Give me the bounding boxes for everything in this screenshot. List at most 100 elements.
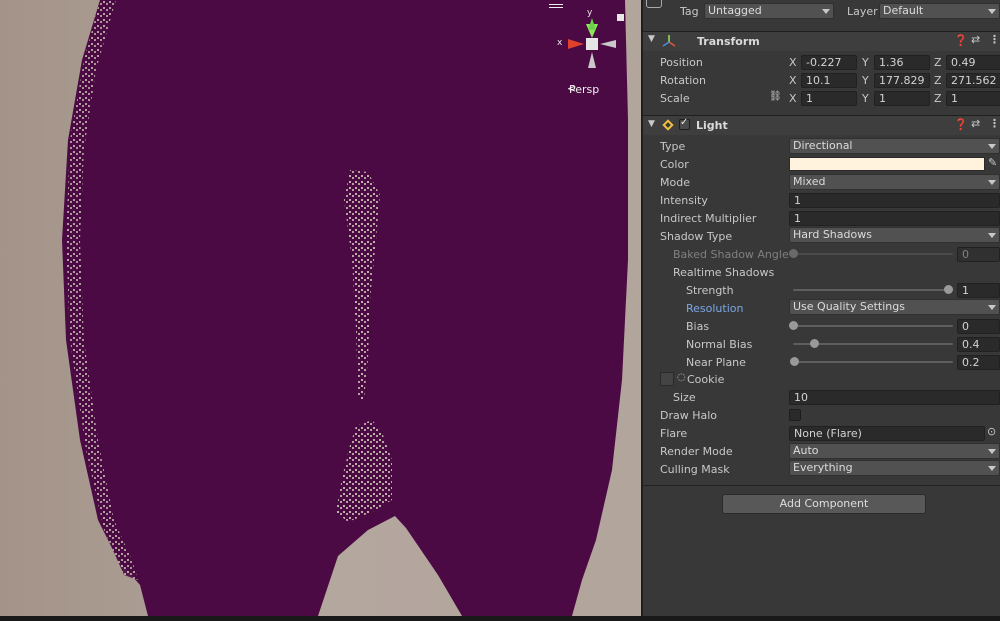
baked-shadow-angle-field: 0 (957, 247, 1000, 262)
rotation-z-label[interactable]: Z (934, 74, 942, 87)
tag-label: Tag (680, 5, 699, 18)
shadow-type-dropdown[interactable]: Hard Shadows (789, 227, 1000, 243)
mode-dropdown[interactable]: Mixed (789, 174, 1000, 190)
gizmo-x-label: x (557, 38, 563, 48)
chevron-down-icon (988, 9, 996, 14)
position-x-label[interactable]: X (789, 56, 797, 69)
silhouette-shape (62, 0, 628, 616)
culling-mask-dropdown[interactable]: Everything (789, 460, 1000, 476)
object-icon (646, 0, 662, 8)
scale-z-field[interactable]: 1 (946, 91, 1000, 106)
constrain-proportions-icon[interactable]: ⛓ (769, 91, 782, 102)
tag-dropdown[interactable]: Untagged (704, 3, 834, 19)
scale-y-field[interactable]: 1 (874, 91, 930, 106)
strength-slider[interactable] (793, 289, 953, 291)
scale-y-label[interactable]: Y (862, 92, 869, 105)
cookie-object-icon: ◌ (677, 372, 686, 383)
render-mode-value: Auto (793, 444, 819, 457)
scale-z-label[interactable]: Z (934, 92, 942, 105)
realtime-shadows-label: Realtime Shadows (673, 266, 775, 279)
orientation-gizmo[interactable]: y x (552, 6, 624, 86)
position-y-field[interactable]: 1.36 (874, 55, 930, 70)
indirect-multiplier-field[interactable]: 1 (789, 211, 1000, 226)
position-z-field[interactable]: 0.49 (946, 55, 1000, 70)
size-field[interactable]: 10 (789, 390, 1000, 405)
resolution-label: Resolution (686, 302, 744, 315)
light-title: Light (696, 119, 728, 132)
near-plane-field[interactable]: 0.2 (957, 355, 1000, 370)
flare-field[interactable]: None (Flare) (789, 426, 985, 441)
scene-canvas (0, 0, 641, 621)
type-dropdown[interactable]: Directional (789, 138, 1000, 154)
help-icon[interactable]: ❓ (954, 34, 968, 47)
size-label: Size (673, 391, 696, 404)
foldout-arrow-icon[interactable]: ▼ (648, 119, 655, 129)
scale-x-field[interactable]: 1 (801, 91, 857, 106)
render-mode-dropdown[interactable]: Auto (789, 443, 1000, 459)
chevron-down-icon (988, 449, 996, 454)
preset-icon[interactable]: ⇄ (971, 117, 980, 130)
rotation-label: Rotation (660, 74, 707, 87)
rotation-z-field[interactable]: 271.562 (946, 73, 1000, 88)
near-plane-slider[interactable] (793, 361, 953, 363)
bias-field[interactable]: 0 (957, 319, 1000, 334)
help-icon[interactable]: ❓ (954, 118, 968, 131)
transform-icon (662, 35, 676, 47)
bias-knob[interactable] (789, 321, 798, 330)
culling-mask-label: Culling Mask (660, 463, 730, 476)
context-menu-icon[interactable]: ⋮ (989, 117, 1000, 130)
rotation-y-field[interactable]: 177.829 (874, 73, 930, 88)
shadow-type-value: Hard Shadows (793, 228, 872, 241)
tag-value: Untagged (708, 4, 762, 17)
color-label: Color (660, 158, 689, 171)
culling-mask-value: Everything (793, 461, 853, 474)
scale-label: Scale (660, 92, 690, 105)
rotation-x-label[interactable]: X (789, 74, 797, 87)
resolution-dropdown[interactable]: Use Quality Settings (789, 299, 1000, 315)
position-z-label[interactable]: Z (934, 56, 942, 69)
normal-bias-field[interactable]: 0.4 (957, 337, 1000, 352)
layer-dropdown[interactable]: Default (879, 3, 1000, 19)
near-plane-knob[interactable] (790, 357, 799, 366)
foldout-arrow-icon[interactable]: ▼ (648, 34, 655, 44)
rotation-x-field[interactable]: 10.1 (801, 73, 857, 88)
scale-x-label[interactable]: X (789, 92, 797, 105)
strength-field[interactable]: 1 (957, 283, 1000, 298)
intensity-label: Intensity (660, 194, 708, 207)
layer-label: Layer (847, 5, 878, 18)
indirect-multiplier-label: Indirect Multiplier (660, 212, 757, 225)
layer-value: Default (883, 4, 924, 17)
gizmo-y-label: y (587, 8, 593, 18)
bias-slider[interactable] (793, 325, 953, 327)
eyedropper-icon[interactable]: ✎ (988, 156, 997, 169)
flare-label: Flare (660, 427, 688, 440)
baked-shadow-angle-knob (789, 249, 798, 258)
strength-label: Strength (686, 284, 734, 297)
position-x-field[interactable]: -0.227 (801, 55, 857, 70)
intensity-field[interactable]: 1 (789, 193, 1000, 208)
draw-halo-label: Draw Halo (660, 409, 718, 422)
inspector-panel: Tag Untagged Layer Default ▼ Transform ❓… (643, 0, 1000, 621)
position-y-label[interactable]: Y (862, 56, 869, 69)
add-component-button[interactable]: Add Component (722, 494, 926, 514)
mode-label: Mode (660, 176, 690, 189)
color-swatch[interactable] (789, 157, 985, 171)
preset-icon[interactable]: ⇄ (971, 33, 980, 46)
chevron-down-icon (822, 9, 830, 14)
rotation-y-label[interactable]: Y (862, 74, 869, 87)
scene-view[interactable]: y x Persp < (0, 0, 641, 621)
cookie-slot[interactable] (660, 372, 674, 386)
position-label: Position (660, 56, 703, 69)
lock-icon[interactable] (617, 14, 624, 21)
strength-knob[interactable] (944, 285, 953, 294)
near-plane-label: Near Plane (686, 356, 746, 369)
status-bar (0, 616, 1000, 621)
object-picker-icon[interactable]: ⊙ (987, 425, 996, 438)
normal-bias-label: Normal Bias (686, 338, 753, 351)
context-menu-icon[interactable]: ⋮ (989, 33, 1000, 46)
normal-bias-knob[interactable] (810, 339, 819, 348)
bias-label: Bias (686, 320, 710, 333)
draw-halo-checkbox[interactable] (789, 409, 801, 421)
gizmo-menu-icon[interactable] (549, 4, 563, 12)
cookie-label: Cookie (687, 373, 725, 386)
